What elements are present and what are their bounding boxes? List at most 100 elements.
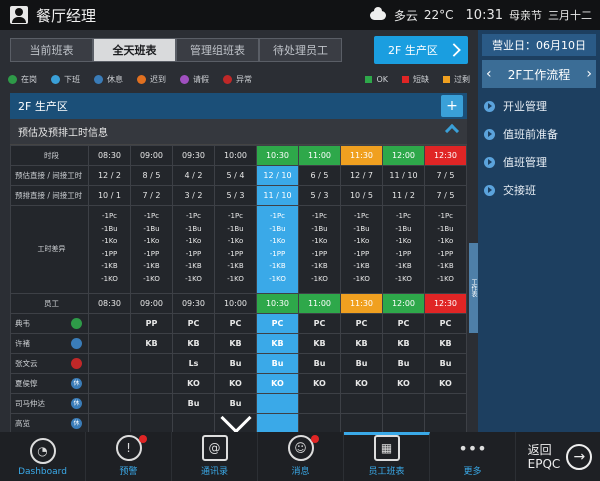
sidebar-item-pre-shift[interactable]: 值班前准备 [478, 120, 600, 148]
diff-line: -1Pc [437, 212, 454, 220]
shift-cell[interactable] [172, 413, 215, 433]
abnormal-icon [223, 74, 232, 84]
shift-cell[interactable] [88, 313, 131, 334]
side-drawer-tab[interactable]: 工作表 [469, 243, 478, 333]
employee-row[interactable]: 许褚 KB KB KB KB KB KB KB KB [10, 333, 467, 354]
shift-cell[interactable]: PC [298, 313, 341, 334]
user-icon[interactable] [10, 6, 28, 24]
employee-name-cell: 司马仲达 休 [10, 393, 89, 414]
employee-name: 高览 [15, 419, 30, 428]
shift-cell[interactable]: KO [214, 373, 257, 394]
shift-cell[interactable]: Bu [340, 353, 383, 374]
shift-cell[interactable]: PC [214, 313, 257, 334]
zone-selector-button[interactable]: 2F 生产区 [374, 36, 468, 64]
shift-cell[interactable]: KB [382, 333, 425, 354]
shift-cell[interactable]: KB [214, 333, 257, 354]
chevron-left-icon[interactable]: ‹ [486, 66, 492, 82]
shift-cell[interactable] [256, 393, 299, 414]
tab-pending-staff[interactable]: 待处理员工 [259, 38, 342, 62]
shift-cell[interactable] [298, 413, 341, 433]
nav-alerts[interactable]: ! 预警 [86, 432, 172, 481]
diff-line: -1KO [353, 274, 370, 283]
shift-cell[interactable]: KB [256, 333, 299, 354]
diff-line: -1KB [185, 262, 202, 270]
shift-cell[interactable]: Bu [214, 353, 257, 374]
shift-cell[interactable] [88, 333, 131, 354]
shift-cell[interactable] [130, 413, 173, 433]
employee-row[interactable]: 典韦 PP PC PC PC PC PC PC PC [10, 313, 467, 334]
schedule-table: 时段 08:30 09:00 09:30 10:00 10:30 11:00 1… [10, 145, 467, 433]
legend: 在岗 下班 休息 迟到 请假 异常 OK 短缺 过剩 [8, 72, 470, 86]
shift-cell[interactable]: KO [424, 373, 467, 394]
sidebar-item-handover[interactable]: 交接班 [478, 176, 600, 204]
diff-line: -1KO [311, 274, 328, 283]
shift-cell[interactable] [88, 393, 131, 414]
shift-cell[interactable] [130, 373, 173, 394]
shift-cell[interactable] [130, 393, 173, 414]
chevron-right-icon[interactable]: › [586, 66, 592, 82]
shift-cell[interactable] [424, 413, 467, 433]
shift-cell[interactable]: Ls [172, 353, 215, 374]
shift-cell[interactable] [340, 413, 383, 433]
shift-cell[interactable]: KB [298, 333, 341, 354]
shift-cell[interactable]: Bu [298, 353, 341, 374]
nav-staff-schedule[interactable]: ▦ 员工班表 [344, 432, 430, 481]
tab-management-schedule[interactable]: 管理组班表 [176, 38, 259, 62]
shift-cell[interactable] [88, 413, 131, 433]
shift-cell[interactable]: Bu [256, 353, 299, 374]
shift-cell[interactable]: KO [256, 373, 299, 394]
nav-more[interactable]: ••• 更多 [430, 432, 516, 481]
sidebar-item-shift-management[interactable]: 值班管理 [478, 148, 600, 176]
scheduled-cell: 11 / 2 [382, 185, 425, 206]
shift-cell[interactable]: KB [424, 333, 467, 354]
scheduled-cell: 5 / 3 [298, 185, 341, 206]
shift-cell[interactable] [340, 393, 383, 414]
shift-cell[interactable] [88, 373, 131, 394]
shift-cell[interactable]: Bu [382, 353, 425, 374]
shift-cell[interactable]: Bu [424, 353, 467, 374]
shift-cell[interactable]: Bu [172, 393, 215, 414]
shift-cell[interactable]: KO [340, 373, 383, 394]
shift-cell[interactable]: KO [172, 373, 215, 394]
shift-cell[interactable]: PP [130, 313, 173, 334]
shift-cell[interactable]: KB [172, 333, 215, 354]
back-to-epqc-button[interactable]: 返回 EPQC → [520, 432, 600, 481]
shift-cell[interactable]: KB [130, 333, 173, 354]
shift-cell[interactable]: PC [172, 313, 215, 334]
shift-cell[interactable] [382, 413, 425, 433]
tab-all-day-schedule[interactable]: 全天班表 [93, 38, 176, 62]
diff-line: -1Pc [353, 212, 370, 220]
shift-cell[interactable]: PC [256, 313, 299, 334]
section-header[interactable]: 预估及预排工时信息 [10, 119, 467, 145]
nav-dashboard[interactable]: ◔ Dashboard [0, 432, 86, 481]
notification-dot [311, 435, 319, 443]
nav-contacts[interactable]: @ 通讯录 [172, 432, 258, 481]
forecast-cell: 12 / 10 [256, 165, 299, 186]
diff-line: -1PP [437, 249, 454, 258]
shift-cell[interactable] [88, 353, 131, 374]
top-bar: 餐厅经理 多云 22°C 10:31 母亲节 三月十二 [0, 0, 600, 30]
employee-row[interactable]: 张文云 Ls Bu Bu Bu Bu Bu Bu [10, 353, 467, 374]
chevron-up-icon[interactable] [444, 123, 460, 139]
shift-cell[interactable] [424, 393, 467, 414]
legend-item: 请假 [180, 74, 209, 85]
tab-current-schedule[interactable]: 当前班表 [10, 38, 93, 62]
diff-line: -1Ko [395, 237, 412, 245]
shift-cell[interactable]: KB [340, 333, 383, 354]
shift-cell[interactable] [130, 353, 173, 374]
shift-cell[interactable]: PC [340, 313, 383, 334]
shift-cell[interactable] [382, 393, 425, 414]
shift-cell[interactable]: KO [382, 373, 425, 394]
employee-name: 许褚 [15, 339, 30, 348]
shift-cell[interactable]: KO [298, 373, 341, 394]
shift-cell[interactable] [256, 413, 299, 433]
shift-cell[interactable]: PC [424, 313, 467, 334]
scheduled-cell: 10 / 1 [88, 185, 131, 206]
nav-messages[interactable]: ☺ 消息 [258, 432, 344, 481]
diff-line: -1Bu [227, 224, 244, 233]
add-user-button[interactable]: + [441, 95, 463, 117]
sidebar-item-opening[interactable]: 开业管理 [478, 92, 600, 120]
shift-cell[interactable]: PC [382, 313, 425, 334]
employee-row[interactable]: 夏侯惇休 KO KO KO KO KO KO KO [10, 373, 467, 394]
shift-cell[interactable] [298, 393, 341, 414]
